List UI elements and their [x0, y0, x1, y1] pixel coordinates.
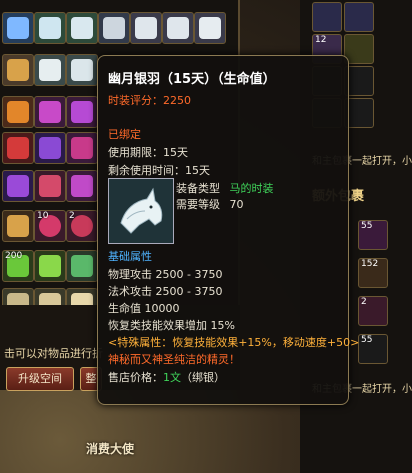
slot-count: 2 [69, 211, 75, 221]
hp-stat: 生命值 10000 [108, 302, 180, 315]
shop-price-value: 1 [163, 371, 170, 384]
item-name: 幽月银羽（15天）（生命值） [108, 72, 276, 87]
inventory-hint-text: 击可以对物品进行折 [4, 347, 103, 360]
skill-bonus: 恢复类技能效果增加 15% [108, 319, 235, 332]
inventory-slot[interactable] [66, 170, 98, 202]
slot-count: 12 [315, 35, 327, 45]
inventory-slot[interactable] [66, 250, 98, 282]
shop-price-unit: 文 [170, 371, 181, 384]
inventory-slot[interactable] [66, 132, 98, 164]
bound-status: 已绑定 [108, 128, 141, 141]
inventory-slot[interactable] [34, 170, 66, 202]
npc-name-label: 消费大使 [86, 442, 135, 456]
slot-count: 152 [361, 259, 379, 269]
bag-slot[interactable]: 55 [358, 334, 388, 364]
inventory-slot[interactable] [2, 96, 34, 128]
duration: 使用期限：15天 [108, 146, 188, 159]
inventory-slot[interactable] [2, 132, 34, 164]
slot-count: 2 [361, 297, 367, 307]
bag-slot[interactable] [344, 2, 374, 32]
inventory-slot[interactable]: 2 [66, 210, 98, 242]
slot-count: 55 [361, 335, 373, 345]
required-level: 需要等级 70 [176, 196, 244, 212]
bag-slot[interactable]: 55 [358, 220, 388, 250]
slot-count: 200 [5, 251, 23, 261]
magic-attack: 法术攻击 2500 - 3750 [108, 285, 223, 298]
unicorn-icon [109, 179, 173, 243]
inventory-slot[interactable] [34, 12, 66, 44]
base-attr-header: 基础属性 [108, 250, 152, 263]
equip-type-label: 装备类型 [176, 182, 220, 195]
shop-price-bound: （绑银） [181, 371, 225, 384]
shop-price-label: 售店价格： [108, 371, 163, 384]
inventory-slot[interactable] [130, 12, 162, 44]
item-icon [108, 178, 174, 244]
item-tooltip: 幽月银羽（15天）（生命值） 时装评分：2250 已绑定 使用期限：15天 剩余… [97, 55, 359, 405]
inventory-slot[interactable] [2, 12, 34, 44]
slot-count: 55 [361, 221, 373, 231]
required-level-label: 需要等级 [176, 198, 220, 211]
fashion-score: 时装评分：2250 [108, 92, 191, 108]
inventory-slot[interactable] [194, 12, 226, 44]
inventory-slot[interactable] [34, 54, 66, 86]
inventory-slot[interactable] [2, 54, 34, 86]
special-attr: <特殊属性：恢复技能效果+15%，移动速度+50> [108, 336, 360, 349]
phys-attack: 物理攻击 2500 - 3750 [108, 268, 223, 281]
fashion-score-value: 2250 [163, 94, 191, 107]
inventory-slot[interactable]: 200 [2, 250, 34, 282]
inventory-slot[interactable] [162, 12, 194, 44]
bag-slot[interactable]: 2 [358, 296, 388, 326]
required-level-value: 70 [229, 198, 244, 211]
bag-slot[interactable] [312, 2, 342, 32]
inventory-slot[interactable] [66, 12, 98, 44]
inventory-slot[interactable] [98, 12, 130, 44]
flavor-text: 神秘而又神圣纯洁的精灵！ [108, 353, 240, 366]
inventory-slot[interactable] [34, 96, 66, 128]
equip-type: 装备类型 马的时装 [176, 180, 274, 196]
inventory-slot[interactable] [34, 250, 66, 282]
inventory-slot[interactable] [2, 210, 34, 242]
upgrade-space-button[interactable]: 升级空间 [6, 367, 74, 391]
inventory-slot[interactable] [66, 96, 98, 128]
remaining-time: 剩余使用时间：15天 [108, 164, 210, 177]
shop-price: 售店价格：1文（绑银） [108, 369, 225, 385]
slot-count: 10 [37, 211, 49, 221]
game-screen: 10 2 200 击可以对物品进行折 升级空间 整 12 55 152 2 55… [0, 0, 412, 473]
bag-slot[interactable]: 152 [358, 258, 388, 288]
inventory-slot[interactable] [34, 132, 66, 164]
inventory-slot[interactable]: 10 [34, 210, 66, 242]
equip-type-value: 马的时装 [229, 182, 274, 195]
fashion-score-label: 时装评分： [108, 94, 163, 107]
inventory-slot[interactable] [2, 170, 34, 202]
inventory-slot[interactable] [66, 54, 98, 86]
